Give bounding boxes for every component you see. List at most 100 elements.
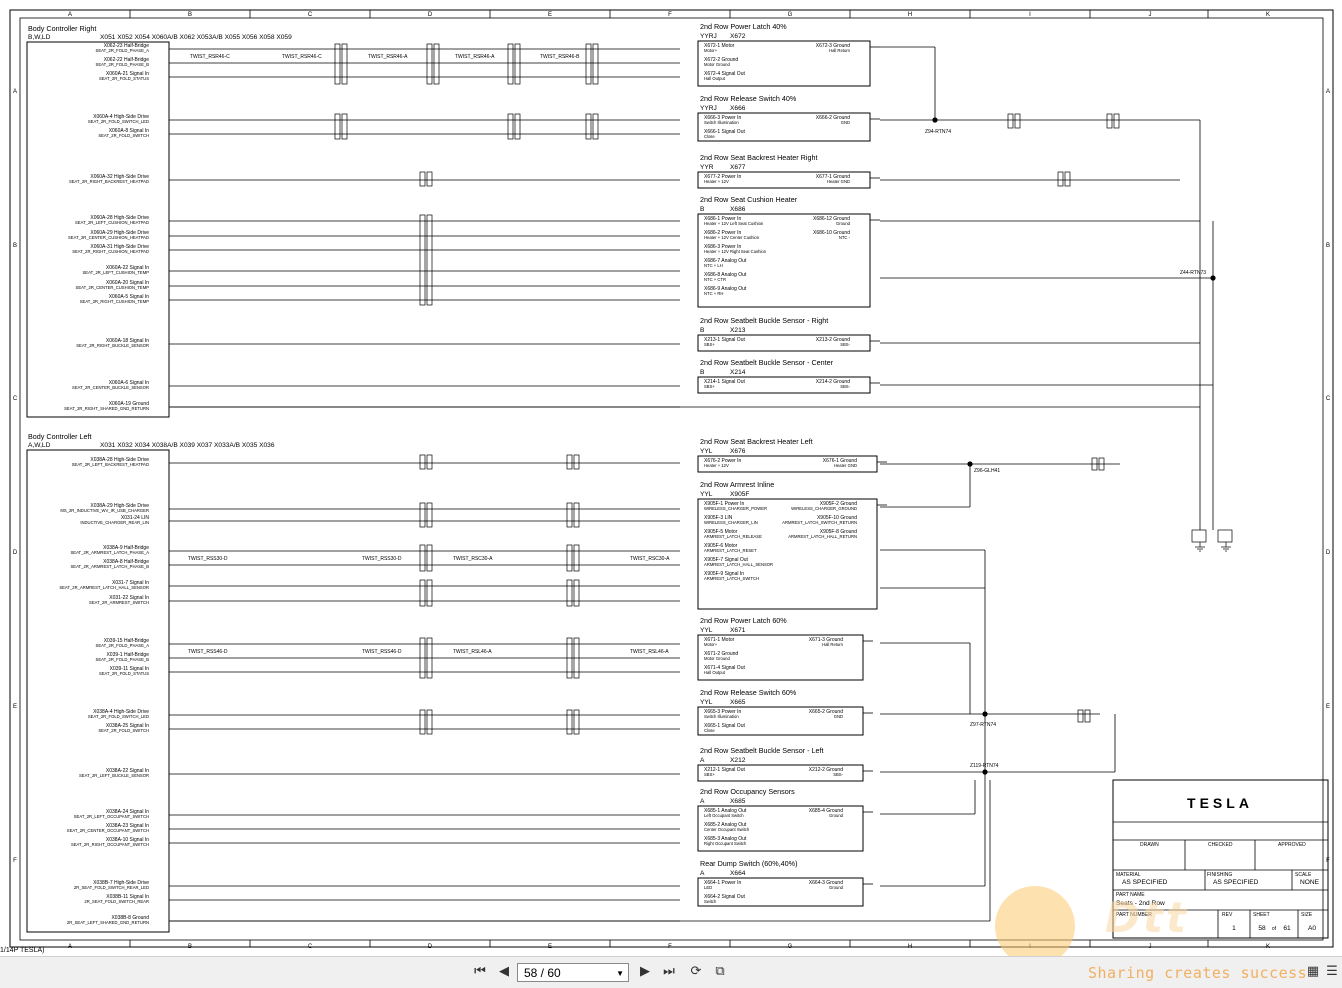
component-pin-label: Heater GND [827, 179, 850, 184]
title-block-approved-label: APPROVED [1278, 842, 1306, 848]
connector-half [573, 502, 580, 528]
splice-dot [967, 461, 973, 467]
component-pin-label: ARMREST_LATCH_SWITCH [704, 576, 759, 581]
splice-label: Z96-GLH41 [974, 468, 1000, 474]
component-id: X686 [730, 206, 746, 213]
controller-pin-signal: SEAT_2R_LEFT_CUSHION_TEMP [83, 270, 150, 275]
component-id: X666 [730, 105, 746, 112]
controller-pin-signal: MS_2R_INDUCTIVE_WV_IR_USB_CHARGER [60, 508, 149, 513]
splice-label: Z97-RTN74 [970, 722, 996, 728]
material-value: AS SPECIFIED [1122, 879, 1168, 886]
connector-half [585, 113, 592, 140]
splice-label: Z119-RTN74 [970, 763, 999, 769]
component-title: 2nd Row Seatbelt Buckle Sensor - Left [700, 746, 823, 755]
controller-pin-signal: SEAT_2R_RIGHT_BACKREST_HEATPAD [69, 179, 149, 184]
ground-terminal [1191, 529, 1207, 543]
connector-half [419, 709, 426, 735]
component-pin-label: Close [704, 134, 715, 139]
component-pin-label: ARMREST_LATCH_HALL_SENSOR [704, 562, 773, 567]
component-code: YYL [700, 491, 713, 498]
splice-label: Z44-RTN73 [1180, 270, 1206, 276]
component-pin-label: ARMREST_LATCH_RESET [704, 548, 757, 553]
zone-column-label: J [1149, 12, 1152, 18]
splice-dot [1210, 275, 1216, 281]
controller-pin-signal: SEAT_2R_ARMREST_LATCH_PHASE_A [70, 550, 149, 555]
component-id: X905F [730, 491, 749, 498]
inline-connector [1057, 171, 1071, 187]
component-code: B [700, 369, 705, 376]
component-id: X214 [730, 369, 746, 376]
controller-pin-signal: SEAT_2R_FOLD_SWITCH [98, 728, 149, 733]
first-page-icon[interactable]: ⏮ [470, 963, 490, 981]
inline-connector [419, 171, 433, 187]
splice-dot [982, 769, 988, 775]
component-pin-label: NTC + CTR [704, 277, 726, 282]
connector-half [1113, 113, 1120, 129]
twisted-pair-label: TWIST_RSL46-A [453, 649, 492, 655]
connector-half [426, 502, 433, 528]
title-block-checked-label: CHECKED [1208, 842, 1233, 848]
drawing-border [19, 17, 1324, 941]
connector-half [514, 43, 521, 85]
page-number-select[interactable]: 58 / 60 ▼ [517, 963, 629, 982]
zone-row-label: C [1326, 396, 1331, 402]
zone-column-label: H [908, 12, 912, 18]
component-pin-label: Hall Output [704, 76, 726, 81]
twisted-pair-label: TWIST_RSR46-C [282, 54, 322, 60]
component-id: X685 [730, 798, 746, 805]
zone-column-label: C [308, 944, 313, 950]
next-page-icon[interactable]: ▶ [635, 963, 655, 981]
component-pin-label: Ground [836, 221, 851, 226]
twisted-pair-label: TWIST_RSS46-D [362, 649, 402, 655]
controller-pin-signal: SEAT_2R_FOLD_PHASE_A [96, 643, 150, 648]
inline-connector [566, 579, 580, 607]
connector-half [1064, 171, 1071, 187]
zone-row-label: E [1326, 704, 1330, 710]
component-id: X212 [730, 757, 746, 764]
ground-symbol [1191, 529, 1207, 552]
twisted-pair-label: TWIST_RSR46-C [190, 54, 230, 60]
fit-page-icon[interactable]: ⧉ [710, 963, 730, 981]
zone-column-label: K [1266, 944, 1270, 950]
inline-connector [585, 43, 599, 85]
controller-pin-signal: SEAT_2R_CENTER_CUSHION_HEATPAD [68, 235, 149, 240]
component-pin-label: Ground [829, 813, 844, 818]
scale-value: NONE [1300, 879, 1320, 886]
prev-page-icon[interactable]: ◀ [494, 963, 514, 981]
connector-half [1014, 113, 1021, 129]
component-code: YYL [700, 699, 713, 706]
controller-pin-signal: SEAT_2R_FOLD_PHASE_A [96, 48, 150, 53]
controller-pin-signal: SEAT_2R_RIGHT_CUSHION_TEMP [80, 299, 149, 304]
component-pin-label: Motor Ground [704, 656, 731, 661]
controller-left-sub: A,W,LD [28, 442, 51, 449]
last-page-icon[interactable]: ⏭ [659, 963, 679, 981]
connector-half [592, 43, 599, 85]
connector-half [419, 171, 426, 187]
component-pin-label: Heater + 12V Center Cushion [704, 235, 760, 240]
component-pin-label: Hall Return [829, 48, 851, 53]
connector-half [566, 579, 573, 607]
size-value: A0 [1308, 925, 1316, 932]
controller-pin-signal: SEAT_2R_FOLD_SWITCH_LED [88, 714, 149, 719]
component-title: 2nd Row Release Switch 60% [700, 688, 797, 697]
component-pin-label: NTC - [839, 235, 851, 240]
connector-half [426, 43, 433, 85]
component-pin-label: Heater + 12V Left Seat Cushion [704, 221, 764, 226]
component-title: 2nd Row Power Latch 40% [700, 22, 787, 31]
rotate-page-icon[interactable]: ⟳ [686, 963, 706, 981]
component-pin-label: WIRELESS_CHARGER_LIN [704, 520, 758, 525]
zone-column-label: F [668, 944, 672, 950]
connector-half [1077, 709, 1084, 723]
connector-half [573, 454, 580, 470]
component-code: YYL [700, 627, 713, 634]
inline-connector [334, 43, 348, 85]
twisted-pair-label: TWIST_RSC30-A [453, 556, 493, 562]
connector-half [1106, 113, 1113, 129]
sheet-of-label: of [1272, 926, 1277, 932]
finishing-label: FINISHING [1207, 872, 1232, 878]
list-view-icon[interactable]: ☰ [1322, 963, 1342, 981]
inline-connector [566, 544, 580, 572]
controller-pin-signal: SEAT_2R_RIGHT_OCCUPANT_SWITCH [71, 842, 149, 847]
component-pin-label: NTC + RH [704, 291, 723, 296]
controller-pin-signal: SEAT_2R_LEFT_BUCKLE_SENSOR [79, 773, 149, 778]
